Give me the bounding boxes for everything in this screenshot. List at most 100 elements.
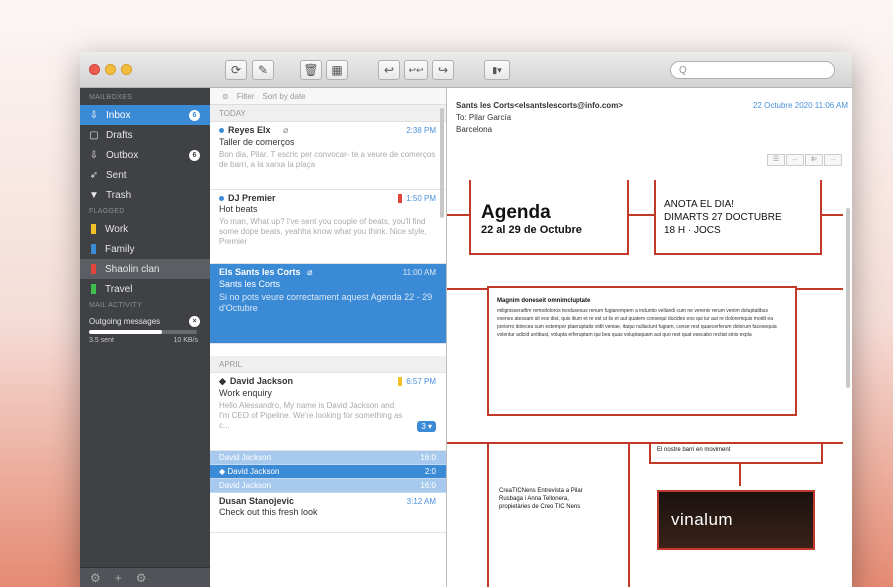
- thread-count-badge[interactable]: 3 ▾: [417, 421, 436, 432]
- list-scrollbar[interactable]: [440, 108, 444, 218]
- message-time: 1:50 PM: [406, 194, 436, 203]
- drafts-icon: ▢: [89, 129, 99, 141]
- message-sender: Reyes Elx: [228, 125, 271, 135]
- sidebar-item-outbox[interactable]: ⇩ Outbox 6: [80, 145, 210, 165]
- note-line-2: DIMARTS 27 DOCTUBRE: [664, 212, 782, 223]
- flag-icon: [398, 194, 402, 203]
- inbox-icon: ⇩: [89, 109, 99, 121]
- filter-bar: ⊜ Filter Sort by date: [210, 88, 446, 105]
- sidebar-item-travel[interactable]: Travel: [80, 279, 210, 299]
- minimize-window-button[interactable]: [105, 64, 116, 75]
- attachment-icon: ⌀: [283, 125, 289, 135]
- unread-badge: 6: [189, 110, 200, 121]
- refresh-icon: ⟳: [230, 63, 242, 77]
- sidebar-item-trash[interactable]: ▼ Trash: [80, 185, 210, 205]
- outbox-badge: 6: [189, 150, 200, 161]
- forward-icon[interactable]: →: [824, 154, 842, 166]
- forward-button[interactable]: ↪: [432, 60, 454, 80]
- message-sender: Dusan Stanojevic: [219, 496, 295, 506]
- menu-icon[interactable]: ☰: [767, 154, 785, 166]
- sidebar-item-label: Shaolin clan: [105, 263, 160, 275]
- list-item-selected[interactable]: Els Sants les Corts ⌀ 11:00 AM Sants les…: [210, 264, 446, 344]
- reply-all-button[interactable]: ↩↩: [404, 60, 428, 80]
- reply-all-icon: ↩↩: [408, 64, 424, 75]
- list-item[interactable]: ◆ David Jackson 6:57 PM Work enquiry Hell…: [210, 373, 446, 451]
- thread-item[interactable]: David Jackson 16:0: [210, 451, 446, 465]
- message-sender: Els Sants les Corts: [219, 267, 301, 277]
- note-line-3: 18 H · JOCS: [664, 225, 721, 236]
- reply-icon: ↩: [383, 63, 395, 77]
- settings-icon[interactable]: ⚙: [90, 571, 101, 585]
- close-window-button[interactable]: [89, 64, 100, 75]
- sidebar-item-inbox[interactable]: ⇩ Inbox 6: [80, 105, 210, 125]
- add-icon[interactable]: +: [115, 571, 122, 585]
- flag-icon: [91, 224, 96, 234]
- sent-icon: ➶: [89, 169, 99, 181]
- compose-button[interactable]: ✎: [252, 60, 274, 80]
- sidebar: MAILBOXES ⇩ Inbox 6 ▢ Drafts ⇩ Outbox 6 ➶ Sent…: [80, 88, 210, 587]
- thread-time: 2:0: [424, 467, 436, 476]
- section-header-april: APRIL: [210, 356, 446, 373]
- sidebar-item-label: Work: [105, 223, 129, 235]
- message-sender: David Jackson: [229, 376, 293, 386]
- sidebar-item-label: Drafts: [106, 129, 133, 141]
- reply-icon: ◆: [219, 376, 226, 386]
- sidebar-item-shaolin-clan[interactable]: Shaolin clan: [80, 259, 210, 279]
- search-icon: Q: [679, 64, 687, 76]
- thread-item[interactable]: David Jackson 16:0: [210, 479, 446, 493]
- archive-icon: ▦: [331, 63, 343, 77]
- interview-text: CreaTICNens Entrevista a Pilar Rusbaga i…: [499, 488, 583, 510]
- message-time: 11:00 AM: [402, 268, 436, 277]
- list-item[interactable]: DJ Premier 1:50 PM Hot beats Yo man, Wha…: [210, 190, 446, 264]
- list-item[interactable]: Reyes Elx ⌀ 2:38 PM Taller de comerços B…: [210, 122, 446, 190]
- compose-icon: ✎: [257, 63, 269, 77]
- sidebar-item-work[interactable]: Work: [80, 219, 210, 239]
- thread-time: 16:0: [420, 453, 436, 462]
- message-subject: Sants les Corts: [219, 279, 281, 289]
- zoom-window-button[interactable]: [121, 64, 132, 75]
- article-box: Magnim doneseit omnimcluptate milignisse…: [487, 286, 797, 416]
- message-subject: Check out this fresh look: [219, 507, 318, 517]
- sidebar-item-label: Family: [105, 243, 135, 255]
- sidebar-item-family[interactable]: Family: [80, 239, 210, 259]
- sidebar-item-sent[interactable]: ➶ Sent: [80, 165, 210, 185]
- flag-icon: [91, 244, 96, 254]
- message-subject: Work enquiry: [219, 388, 272, 398]
- reply-all-icon[interactable]: ⇇: [805, 154, 823, 166]
- archive-button[interactable]: ▦: [326, 60, 348, 80]
- message-preview: Si no pots veure correctament aquest Age…: [219, 292, 433, 313]
- vinalum-logo: vinalum: [671, 510, 734, 529]
- delete-button[interactable]: 🗑: [300, 60, 322, 80]
- message-header: Sants les Corts<elsantslescorts@info.com…: [447, 88, 852, 180]
- message-time: 3:12 AM: [406, 497, 436, 506]
- agenda-title: Agenda: [481, 202, 551, 223]
- sidebar-footer: ⚙ + ⚙: [80, 567, 210, 587]
- sidebar-item-label: Outbox: [106, 149, 139, 161]
- get-mail-button[interactable]: ⟳: [225, 60, 247, 80]
- thread-item[interactable]: ◆ David Jackson 2:0: [210, 465, 446, 479]
- activity-progress-bar: [89, 330, 197, 334]
- reader-scrollbar[interactable]: [846, 208, 850, 388]
- thread-sender: David Jackson: [219, 481, 272, 490]
- toolbar: ⟳ ✎ 🗑 ▦ ↩ ↩↩ ↪ ▮▾ Q: [80, 52, 852, 88]
- reply-icon[interactable]: ←: [786, 154, 804, 166]
- activity-row: Outgoing messages ×: [80, 313, 210, 329]
- vinalum-banner[interactable]: vinalum: [657, 490, 815, 550]
- flag-icon: [398, 377, 402, 386]
- message-actions: ☰ ← ⇇ →: [767, 154, 842, 166]
- search-input[interactable]: Q: [670, 61, 835, 79]
- activity-speed: 10 KB/s: [173, 337, 198, 344]
- filter-button[interactable]: Filter: [237, 92, 255, 101]
- reply-button[interactable]: ↩: [378, 60, 400, 80]
- list-item[interactable]: Dusan Stanojevic 3:12 AM Check out this …: [210, 493, 446, 533]
- gear-icon[interactable]: ⚙: [136, 571, 147, 585]
- sidebar-item-label: Trash: [106, 189, 132, 201]
- sort-button[interactable]: Sort by date: [262, 92, 305, 101]
- article-title: Magnim doneseit omnimcluptate: [497, 298, 591, 304]
- move-to-button[interactable]: ▮▾: [484, 60, 510, 80]
- sidebar-item-drafts[interactable]: ▢ Drafts: [80, 125, 210, 145]
- filter-icon[interactable]: ⊜: [222, 92, 229, 101]
- message-preview: Hello Alessandro, My name is David Jacks…: [219, 401, 403, 430]
- stop-activity-icon[interactable]: ×: [189, 316, 200, 327]
- interview-box: CreaTICNens Entrevista a Pilar Rusbaga i…: [487, 442, 630, 587]
